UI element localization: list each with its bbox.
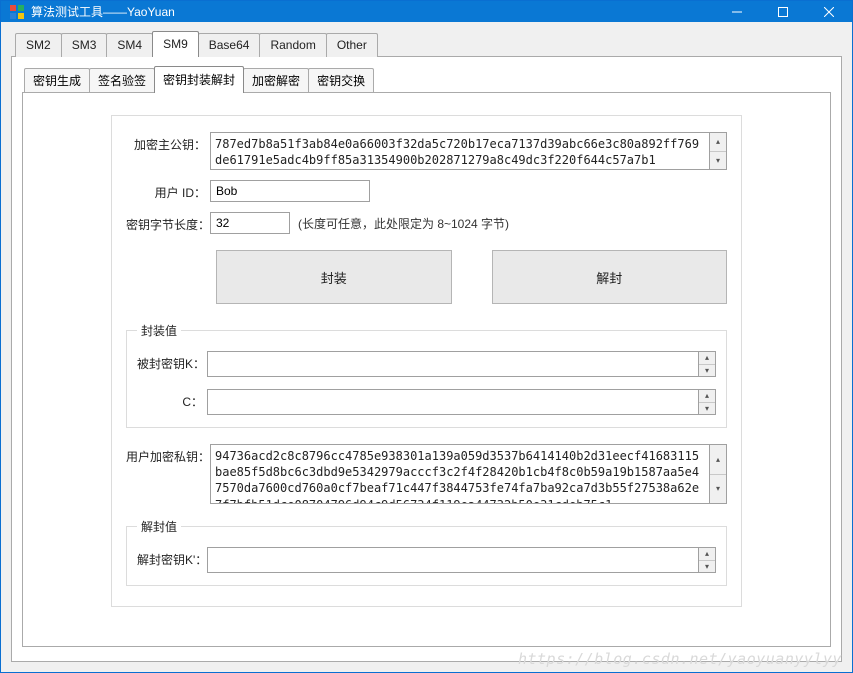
row-c: C： ▴ ▾ [137, 389, 716, 415]
chevron-up-icon[interactable]: ▴ [710, 133, 726, 152]
row-user-privkey: 用户加密私钥： ▴ ▾ [126, 444, 727, 504]
encapsulate-button[interactable]: 封装 [216, 250, 452, 304]
label-dec-k: 解封密钥K'： [137, 547, 207, 568]
inner-tab-encrypt[interactable]: 加密解密 [243, 68, 309, 93]
tab-random[interactable]: Random [259, 33, 326, 57]
label-sealed-k: 被封密钥K： [137, 351, 207, 372]
input-dec-k[interactable] [207, 547, 699, 573]
input-sealed-k[interactable] [207, 351, 699, 377]
label-key-length: 密钥字节长度： [126, 212, 210, 233]
label-user-id: 用户 ID： [126, 180, 210, 201]
inner-tab-encap[interactable]: 密钥封装解封 [154, 66, 244, 93]
chevron-down-icon[interactable]: ▾ [710, 152, 726, 170]
legend-encapsulated-value: 封装值 [137, 322, 181, 339]
window-controls [714, 1, 852, 22]
button-row: 封装 解封 [216, 250, 727, 304]
row-sealed-k: 被封密钥K： ▴ ▾ [137, 351, 716, 377]
inner-tabstrip: 密钥生成 签名验签 密钥封装解封 加密解密 密钥交换 [24, 65, 831, 92]
titlebar[interactable]: 算法测试工具——YaoYuan [1, 1, 852, 22]
key-length-hint: (长度可任意，此处限定为 8~1024 字节) [298, 212, 509, 232]
inner-tab-sign[interactable]: 签名验签 [89, 68, 155, 93]
row-master-pubkey: 加密主公钥： ▴ ▾ [126, 132, 727, 170]
input-c[interactable] [207, 389, 699, 415]
chevron-up-icon[interactable]: ▴ [710, 445, 726, 475]
spinner-master-pubkey[interactable]: ▴ ▾ [710, 132, 727, 170]
label-user-privkey: 用户加密私钥： [126, 444, 210, 465]
spinner-c[interactable]: ▴ ▾ [699, 389, 716, 415]
app-icon [9, 4, 25, 20]
input-key-length[interactable] [210, 212, 290, 234]
chevron-up-icon[interactable]: ▴ [699, 548, 715, 561]
close-button[interactable] [806, 1, 852, 22]
input-master-pubkey[interactable] [210, 132, 710, 170]
app-window: 算法测试工具——YaoYuan SM2 SM3 SM4 SM9 Base64 R… [0, 0, 853, 673]
label-master-pubkey: 加密主公钥： [126, 132, 210, 153]
inner-tab-panel: 加密主公钥： ▴ ▾ 用户 ID： [22, 92, 831, 647]
form-container: 加密主公钥： ▴ ▾ 用户 ID： [111, 115, 742, 607]
row-dec-k: 解封密钥K'： ▴ ▾ [137, 547, 716, 573]
group-decapsulated-value: 解封值 解封密钥K'： ▴ ▾ [126, 518, 727, 586]
spinner-user-privkey[interactable]: ▴ ▾ [710, 444, 727, 504]
chevron-down-icon[interactable]: ▾ [699, 365, 715, 377]
tab-other[interactable]: Other [326, 33, 378, 57]
client-area: SM2 SM3 SM4 SM9 Base64 Random Other 密钥生成… [1, 22, 852, 672]
chevron-down-icon[interactable]: ▾ [710, 475, 726, 504]
chevron-down-icon[interactable]: ▾ [699, 561, 715, 573]
tab-sm9[interactable]: SM9 [152, 31, 199, 57]
chevron-up-icon[interactable]: ▴ [699, 390, 715, 403]
label-c: C： [137, 389, 207, 410]
tab-sm4[interactable]: SM4 [106, 33, 153, 57]
maximize-button[interactable] [760, 1, 806, 22]
row-key-length: 密钥字节长度： (长度可任意，此处限定为 8~1024 字节) [126, 212, 727, 234]
decapsulate-button[interactable]: 解封 [492, 250, 728, 304]
input-user-privkey[interactable] [210, 444, 710, 504]
inner-tab-keygen[interactable]: 密钥生成 [24, 68, 90, 93]
spinner-dec-k[interactable]: ▴ ▾ [699, 547, 716, 573]
window-title: 算法测试工具——YaoYuan [31, 3, 714, 20]
tab-sm3[interactable]: SM3 [61, 33, 108, 57]
tab-base64[interactable]: Base64 [198, 33, 261, 57]
top-tabstrip: SM2 SM3 SM4 SM9 Base64 Random Other [15, 30, 842, 56]
legend-decapsulated-value: 解封值 [137, 518, 181, 535]
chevron-up-icon[interactable]: ▴ [699, 352, 715, 365]
tab-sm2[interactable]: SM2 [15, 33, 62, 57]
top-tab-panel: 密钥生成 签名验签 密钥封装解封 加密解密 密钥交换 加密主公钥： ▴ ▾ [11, 56, 842, 662]
input-user-id[interactable] [210, 180, 370, 202]
minimize-button[interactable] [714, 1, 760, 22]
group-encapsulated-value: 封装值 被封密钥K： ▴ ▾ C [126, 322, 727, 428]
chevron-down-icon[interactable]: ▾ [699, 403, 715, 415]
row-user-id: 用户 ID： [126, 180, 727, 202]
inner-tab-keyexchange[interactable]: 密钥交换 [308, 68, 374, 93]
spinner-sealed-k[interactable]: ▴ ▾ [699, 351, 716, 377]
